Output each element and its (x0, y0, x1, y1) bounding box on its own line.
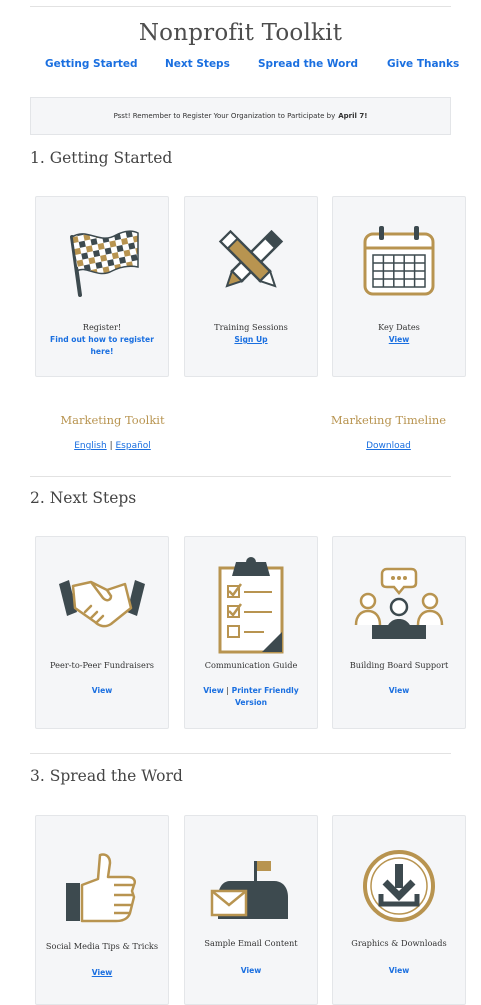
marketing-toolkit-title: Marketing Toolkit (60, 413, 165, 427)
card-communication-guide: Communication Guide View | Printer Frien… (184, 536, 318, 729)
nav-getting-started[interactable]: Getting Started (45, 58, 138, 70)
marketing-timeline-title: Marketing Timeline (330, 413, 447, 427)
checkered-flag-icon (36, 222, 168, 302)
nav-spread-the-word[interactable]: Spread the Word (258, 58, 358, 70)
card-label: Register! (82, 322, 122, 332)
card-building-board-support: Building Board Support View (332, 536, 466, 729)
download-icon (333, 846, 465, 926)
card-social-media: Social Media Tips & Tricks View (35, 815, 169, 1005)
card-graphics-downloads: Graphics & Downloads View (332, 815, 466, 1005)
top-divider (30, 6, 451, 7)
registration-notice: Psst! Remember to Register Your Organiza… (30, 97, 451, 135)
view-link[interactable]: View (389, 686, 410, 695)
calendar-icon (333, 222, 465, 302)
notice-text: Psst! Remember to Register Your Organiza… (113, 112, 336, 120)
card-links: View (339, 685, 459, 697)
view-link[interactable]: View (389, 335, 410, 344)
card-label: Training Sessions (214, 322, 288, 332)
card-links: View (339, 334, 459, 346)
sign-up-link[interactable]: Sign Up (234, 335, 267, 344)
nav-next-steps[interactable]: Next Steps (165, 58, 230, 70)
card-label: Peer-to-Peer Fundraisers (50, 660, 154, 670)
card-links: Sign Up (191, 334, 311, 346)
pencil-pen-crossed-icon (185, 222, 317, 302)
view-link[interactable]: View (92, 686, 113, 695)
handshake-icon (36, 562, 168, 642)
card-key-dates: Key Dates View (332, 196, 466, 377)
card-peer-to-peer: Peer-to-Peer Fundraisers View (35, 536, 169, 729)
card-links: View (191, 965, 311, 977)
page-title: Nonprofit Toolkit (138, 20, 343, 46)
view-link[interactable]: View (92, 968, 113, 977)
card-register: Register! Find out how to register here! (35, 196, 169, 377)
card-label: Sample Email Content (204, 938, 298, 948)
marketing-timeline-links: Download (316, 441, 461, 451)
section-heading-getting-started: 1. Getting Started (30, 149, 173, 167)
card-label: Social Media Tips & Tricks (45, 941, 159, 951)
section-nav: Getting Started Next Steps Spread the Wo… (0, 58, 481, 74)
section-divider (30, 476, 451, 477)
card-training-sessions: Training Sessions Sign Up (184, 196, 318, 377)
card-links: View (339, 965, 459, 977)
english-link[interactable]: English (74, 441, 107, 451)
card-label: Graphics & Downloads (351, 938, 447, 948)
link-separator: | (226, 686, 229, 695)
printer-friendly-link[interactable]: Printer Friendly Version (232, 686, 299, 707)
marketing-toolkit-links: English | Español (40, 441, 185, 451)
card-links: Find out how to register here! (42, 334, 162, 358)
card-links: View (42, 967, 162, 979)
view-link[interactable]: View (389, 966, 410, 975)
notice-date: April 7! (338, 112, 368, 120)
card-label: Building Board Support (349, 660, 449, 670)
section-heading-next-steps: 2. Next Steps (30, 489, 137, 507)
card-label: Communication Guide (204, 660, 298, 670)
nav-give-thanks[interactable]: Give Thanks (387, 58, 459, 70)
link-separator: | (109, 441, 113, 451)
download-link[interactable]: Download (366, 441, 411, 451)
view-link[interactable]: View (203, 686, 224, 695)
view-link[interactable]: View (241, 966, 262, 975)
section-heading-spread-the-word: 3. Spread the Word (30, 767, 183, 785)
board-meeting-icon (333, 562, 465, 642)
clipboard-checklist-icon (185, 555, 317, 655)
card-links: View (42, 685, 162, 697)
card-label: Key Dates (378, 322, 420, 332)
thumbs-up-icon (36, 844, 168, 934)
card-sample-email: Sample Email Content View (184, 815, 318, 1005)
section-divider (30, 753, 451, 754)
card-links: View | Printer Friendly Version (191, 685, 311, 709)
register-link[interactable]: Find out how to register here! (50, 335, 154, 356)
espanol-link[interactable]: Español (115, 441, 150, 451)
mailbox-icon (185, 844, 317, 934)
